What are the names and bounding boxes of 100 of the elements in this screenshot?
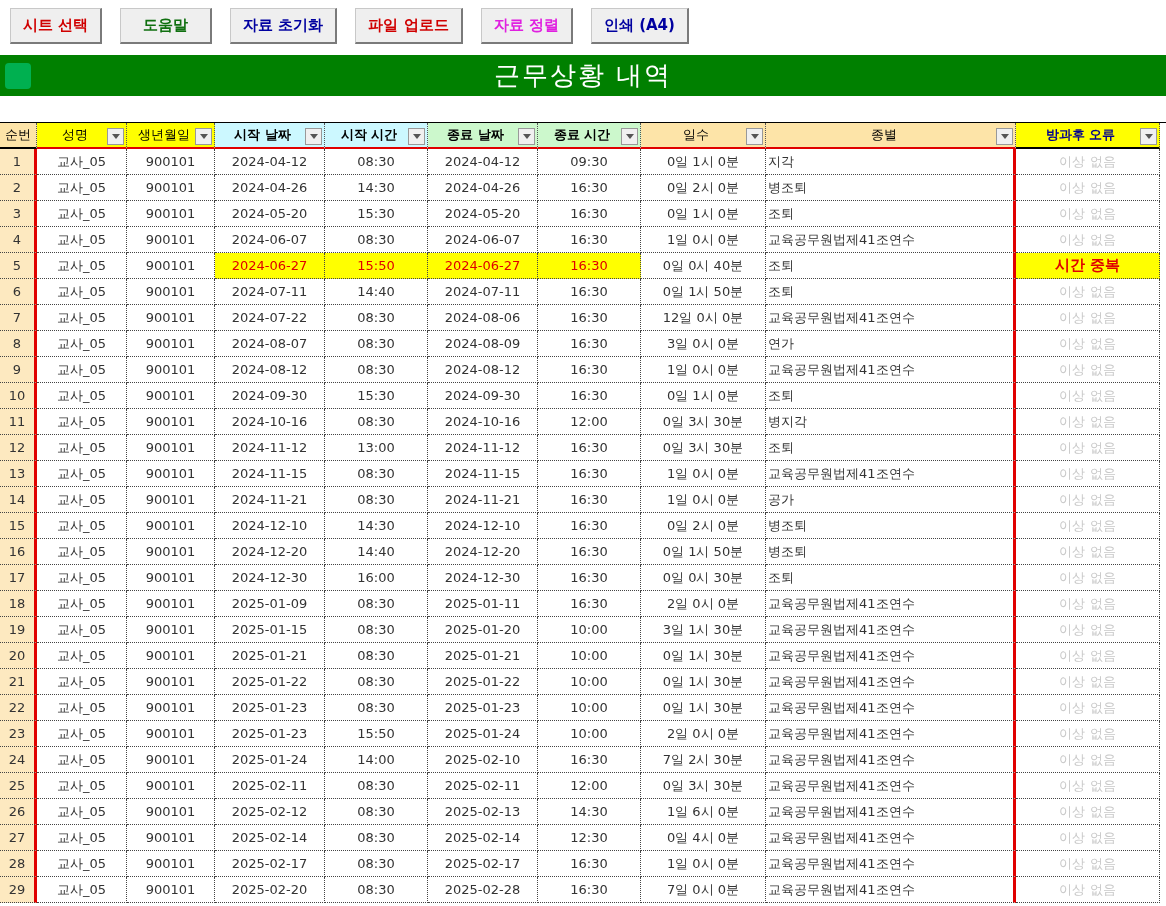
toolbar-button[interactable]: 자료 정렬 bbox=[480, 8, 573, 44]
table-cell: 연가 bbox=[766, 331, 1016, 357]
table-cell: 08:30 bbox=[325, 487, 428, 513]
table-cell: 교사_05 bbox=[37, 201, 127, 227]
table-cell: 08:30 bbox=[325, 773, 428, 799]
table-cell: 10:00 bbox=[538, 669, 641, 695]
row-number: 24 bbox=[0, 747, 37, 773]
table-cell: 2024-11-15 bbox=[215, 461, 325, 487]
table-cell: 16:30 bbox=[538, 591, 641, 617]
filter-dropdown-button[interactable] bbox=[746, 128, 763, 145]
row-number: 27 bbox=[0, 825, 37, 851]
filter-dropdown-button[interactable] bbox=[621, 128, 638, 145]
row-number: 5 bbox=[0, 253, 37, 279]
table-cell: 900101 bbox=[127, 851, 215, 877]
toolbar-button[interactable]: 시트 선택 bbox=[10, 8, 103, 44]
table-cell: 병조퇴 bbox=[766, 175, 1016, 201]
table-cell: 10:00 bbox=[538, 617, 641, 643]
table-cell: 교사_05 bbox=[37, 851, 127, 877]
table-cell: 16:30 bbox=[538, 383, 641, 409]
caret-icon bbox=[1000, 134, 1009, 139]
column-label: 시작 날짜 bbox=[234, 126, 291, 144]
filter-dropdown-button[interactable] bbox=[107, 128, 124, 145]
table-cell: 16:30 bbox=[538, 877, 641, 903]
table-cell: 2024-12-30 bbox=[428, 565, 538, 591]
column-label: 종료 시간 bbox=[553, 126, 611, 144]
table-cell: 16:30 bbox=[538, 435, 641, 461]
table-cell: 900101 bbox=[127, 877, 215, 903]
toolbar-button[interactable]: 자료 초기화 bbox=[230, 8, 338, 44]
row-number: 4 bbox=[0, 227, 37, 253]
filter-dropdown-button[interactable] bbox=[305, 128, 322, 145]
row-number: 26 bbox=[0, 799, 37, 825]
table-cell: 2025-01-22 bbox=[428, 669, 538, 695]
table-cell: 08:30 bbox=[325, 149, 428, 175]
table-cell: 2025-02-10 bbox=[428, 747, 538, 773]
table-cell: 교육공무원법제41조연수 bbox=[766, 305, 1016, 331]
table-cell: 2025-02-28 bbox=[428, 877, 538, 903]
sheet-title: 근무상황 내역 bbox=[492, 59, 674, 92]
table-cell: 2025-01-21 bbox=[428, 643, 538, 669]
caret-icon bbox=[625, 134, 634, 139]
table-cell: 교사_05 bbox=[37, 227, 127, 253]
table-cell: 15:30 bbox=[325, 201, 428, 227]
table-cell: 2024-04-12 bbox=[215, 149, 325, 175]
table-cell: 교사_05 bbox=[37, 513, 127, 539]
table-cell: 2024-11-21 bbox=[215, 487, 325, 513]
row-number: 29 bbox=[0, 877, 37, 903]
table-cell: 2024-07-11 bbox=[428, 279, 538, 305]
table-cell: 2025-01-09 bbox=[215, 591, 325, 617]
table-cell: 교육공무원법제41조연수 bbox=[766, 773, 1016, 799]
filter-dropdown-button[interactable] bbox=[996, 128, 1013, 145]
table-cell: 교사_05 bbox=[37, 877, 127, 903]
table-cell: 08:30 bbox=[325, 305, 428, 331]
table-cell: 1일 0시 0분 bbox=[641, 357, 766, 383]
table-cell: 900101 bbox=[127, 513, 215, 539]
table-cell: 교사_05 bbox=[37, 357, 127, 383]
column-label: 생년월일 bbox=[137, 126, 190, 144]
table-cell: 16:30 bbox=[538, 357, 641, 383]
filter-dropdown-button[interactable] bbox=[1140, 128, 1157, 145]
filter-dropdown-button[interactable] bbox=[195, 128, 212, 145]
table-cell: 2024-04-26 bbox=[215, 175, 325, 201]
table-cell: 교사_05 bbox=[37, 461, 127, 487]
table-cell: 2024-06-27 bbox=[215, 253, 325, 279]
table-cell: 1일 0시 0분 bbox=[641, 851, 766, 877]
table-cell: 교사_05 bbox=[37, 825, 127, 851]
table-cell: 2025-01-20 bbox=[428, 617, 538, 643]
row-number: 15 bbox=[0, 513, 37, 539]
table-cell: 900101 bbox=[127, 591, 215, 617]
row-number: 23 bbox=[0, 721, 37, 747]
row-number: 25 bbox=[0, 773, 37, 799]
table-cell: 교사_05 bbox=[37, 799, 127, 825]
table-cell: 교사_05 bbox=[37, 669, 127, 695]
table-cell: 08:30 bbox=[325, 227, 428, 253]
filter-dropdown-button[interactable] bbox=[408, 128, 425, 145]
table-cell: 2024-04-26 bbox=[428, 175, 538, 201]
table-cell: 0일 3시 30분 bbox=[641, 773, 766, 799]
column-label: 성명 bbox=[61, 126, 88, 144]
table-cell: 08:30 bbox=[325, 591, 428, 617]
table-cell: 2024-07-22 bbox=[215, 305, 325, 331]
table-cell: 900101 bbox=[127, 149, 215, 175]
table-cell: 15:50 bbox=[325, 253, 428, 279]
table-cell: 2024-05-20 bbox=[428, 201, 538, 227]
table-cell: 16:30 bbox=[538, 487, 641, 513]
toolbar-button[interactable]: 도움말 bbox=[120, 8, 213, 44]
table-cell: 교육공무원법제41조연수 bbox=[766, 643, 1016, 669]
table-cell: 2024-07-11 bbox=[215, 279, 325, 305]
toolbar-button[interactable]: 인쇄 (A4) bbox=[590, 8, 689, 44]
table-cell: 0일 1시 0분 bbox=[641, 383, 766, 409]
toolbar-button[interactable]: 파일 업로드 bbox=[355, 8, 463, 44]
table-cell: 2024-08-07 bbox=[215, 331, 325, 357]
row-number: 19 bbox=[0, 617, 37, 643]
table-cell: 900101 bbox=[127, 175, 215, 201]
table-cell: 2024-10-16 bbox=[428, 409, 538, 435]
table-cell: 16:30 bbox=[538, 747, 641, 773]
filter-dropdown-button[interactable] bbox=[518, 128, 535, 145]
table-cell: 08:30 bbox=[325, 877, 428, 903]
table-cell: 900101 bbox=[127, 279, 215, 305]
caret-icon bbox=[522, 134, 531, 139]
table-cell: 16:30 bbox=[538, 253, 641, 279]
table-cell: 교사_05 bbox=[37, 383, 127, 409]
table-cell: 시간 중복 bbox=[1016, 253, 1160, 279]
row-number: 18 bbox=[0, 591, 37, 617]
